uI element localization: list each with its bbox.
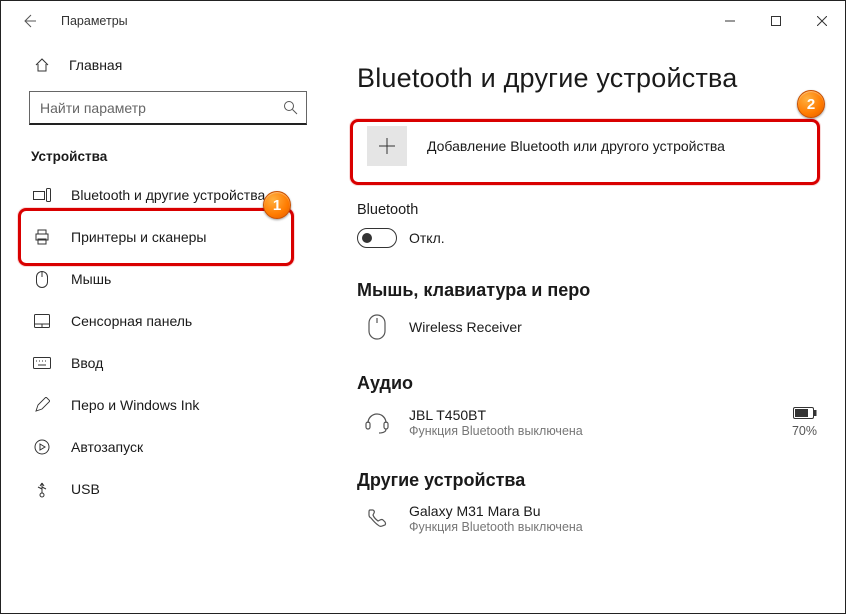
window-title: Параметры [61,14,128,28]
headset-icon [363,408,391,436]
group-input-title: Мышь, клавиатура и перо [357,280,821,301]
device-wireless-receiver[interactable]: Wireless Receiver [357,313,821,341]
device-sub: Функция Bluetooth выключена [409,520,583,534]
main-panel: Bluetooth и другие устройства Добавление… [321,41,845,613]
sidebar-item-label: Перо и Windows Ink [71,397,199,413]
sidebar-item-touchpad[interactable]: Сенсорная панель [1,300,321,342]
sidebar-item-pen[interactable]: Перо и Windows Ink [1,384,321,426]
maximize-button[interactable] [753,5,799,37]
sidebar-item-printers[interactable]: Принтеры и сканеры [1,216,321,258]
back-button[interactable] [13,5,45,37]
search-placeholder: Найти параметр [40,100,283,116]
sidebar-item-label: Сенсорная панель [71,313,192,329]
group-other-title: Другие устройства [357,470,821,491]
sidebar-home-label: Главная [69,57,122,73]
keyboard-icon [33,354,51,372]
add-device-button[interactable]: Добавление Bluetooth или другого устройс… [357,116,821,176]
mouse-icon [363,313,391,341]
autoplay-icon [33,438,51,456]
sidebar-home[interactable]: Главная [1,45,321,85]
usb-icon [33,480,51,498]
devices-icon [33,186,51,204]
bluetooth-toggle[interactable] [357,228,397,248]
mouse-icon [33,270,51,288]
device-jbl[interactable]: JBL T450BT Функция Bluetooth выключена 7… [357,406,821,438]
minimize-button[interactable] [707,5,753,37]
battery-indicator: 70% [792,406,821,438]
page-title: Bluetooth и другие устройства [357,63,821,94]
bluetooth-state: Откл. [409,230,445,246]
device-name: Wireless Receiver [409,319,522,335]
battery-icon [793,407,817,419]
home-icon [33,56,51,74]
sidebar-item-usb[interactable]: USB [1,468,321,510]
group-audio-title: Аудио [357,373,821,394]
titlebar: Параметры [1,1,845,41]
sidebar-item-label: USB [71,481,100,497]
touchpad-icon [33,312,51,330]
pen-icon [33,396,51,414]
close-button[interactable] [799,5,845,37]
sidebar-item-label: Ввод [71,355,103,371]
arrow-left-icon [21,13,37,29]
window-controls [707,5,845,37]
printer-icon [33,228,51,246]
sidebar-item-typing[interactable]: Ввод [1,342,321,384]
device-sub: Функция Bluetooth выключена [409,424,583,438]
search-input[interactable]: Найти параметр [29,91,307,125]
sidebar-item-label: Автозапуск [71,439,143,455]
battery-percent: 70% [792,424,817,438]
bluetooth-label: Bluetooth [357,202,821,218]
minimize-icon [725,16,735,26]
phone-icon [363,505,391,533]
close-icon [817,16,827,26]
add-device-label: Добавление Bluetooth или другого устройс… [427,138,725,154]
sidebar: Главная Найти параметр Устройства Blueto… [1,41,321,613]
sidebar-item-label: Мышь [71,271,111,287]
sidebar-item-mouse[interactable]: Мышь [1,258,321,300]
device-galaxy[interactable]: Galaxy M31 Mara Bu Функция Bluetooth вык… [357,503,821,534]
maximize-icon [771,16,781,26]
device-name: Galaxy M31 Mara Bu [409,503,583,519]
sidebar-category: Устройства [1,135,321,174]
sidebar-item-autoplay[interactable]: Автозапуск [1,426,321,468]
search-icon [283,100,298,115]
plus-icon [367,126,407,166]
sidebar-item-label: Принтеры и сканеры [71,229,206,245]
sidebar-item-bluetooth[interactable]: Bluetooth и другие устройства [1,174,321,216]
sidebar-item-label: Bluetooth и другие устройства [71,187,265,203]
device-name: JBL T450BT [409,407,583,423]
